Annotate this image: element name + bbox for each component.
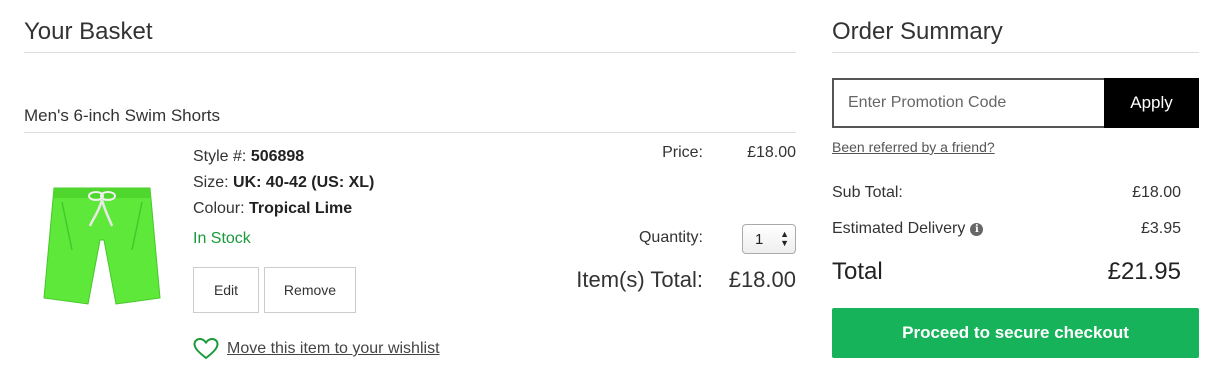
stock-status: In Stock: [193, 230, 251, 247]
swim-shorts-image: [43, 187, 161, 305]
subtotal-value: £18.00: [1132, 184, 1181, 201]
quantity-label: Quantity:: [638, 229, 703, 246]
divider: [24, 132, 796, 133]
delivery-label: Estimated Delivery: [832, 220, 966, 237]
divider: [832, 52, 1199, 53]
total-label: Total: [832, 258, 883, 285]
product-image[interactable]: [32, 180, 172, 320]
wishlist-action[interactable]: Move this item to your wishlist: [193, 338, 440, 360]
quantity-value: 1: [755, 230, 764, 248]
total-value: £21.95: [1107, 258, 1181, 285]
product-details: Style #: 506898 Size: UK: 40-42 (US: XL)…: [193, 144, 374, 222]
quantity-select[interactable]: 1 ▲ ▼: [742, 224, 796, 254]
referral-link[interactable]: Been referred by a friend?: [832, 139, 995, 155]
colour-line: Colour: Tropical Lime: [193, 196, 374, 222]
style-line: Style #: 506898: [193, 144, 374, 170]
delivery-value: £3.95: [1140, 220, 1181, 237]
items-total-label: Item(s) Total:: [576, 267, 703, 292]
basket-section: Your Basket Men's 6-inch Swim Shorts Sty…: [24, 0, 796, 374]
colour-label: Colour:: [193, 200, 245, 217]
subtotal-label: Sub Total:: [832, 184, 903, 201]
heart-icon: [193, 338, 219, 360]
delivery-row: Estimated Delivery i: [832, 220, 984, 238]
wishlist-link[interactable]: Move this item to your wishlist: [227, 340, 440, 358]
edit-button[interactable]: Edit: [193, 267, 259, 313]
colour-value: Tropical Lime: [249, 200, 353, 217]
style-value: 506898: [250, 148, 305, 165]
size-line: Size: UK: 40-42 (US: XL): [193, 170, 374, 196]
product-name: Men's 6-inch Swim Shorts: [24, 106, 220, 125]
price-label: Price:: [662, 144, 703, 161]
size-value: UK: 40-42 (US: XL): [233, 174, 375, 191]
info-icon[interactable]: i: [970, 223, 984, 236]
price-value: £18.00: [747, 144, 796, 161]
apply-button[interactable]: Apply: [1104, 78, 1199, 128]
checkout-button[interactable]: Proceed to secure checkout: [832, 308, 1199, 358]
size-label: Size:: [193, 174, 229, 191]
divider: [24, 52, 796, 53]
updown-arrows-icon: ▲ ▼: [780, 229, 789, 248]
style-label: Style #:: [193, 148, 247, 165]
promo-code-input[interactable]: [832, 78, 1104, 128]
order-summary-section: Order Summary Apply Been referred by a f…: [832, 0, 1199, 374]
summary-title: Order Summary: [832, 18, 1003, 45]
basket-title: Your Basket: [24, 18, 153, 45]
items-total-value: £18.00: [728, 267, 796, 292]
remove-button[interactable]: Remove: [264, 267, 356, 313]
